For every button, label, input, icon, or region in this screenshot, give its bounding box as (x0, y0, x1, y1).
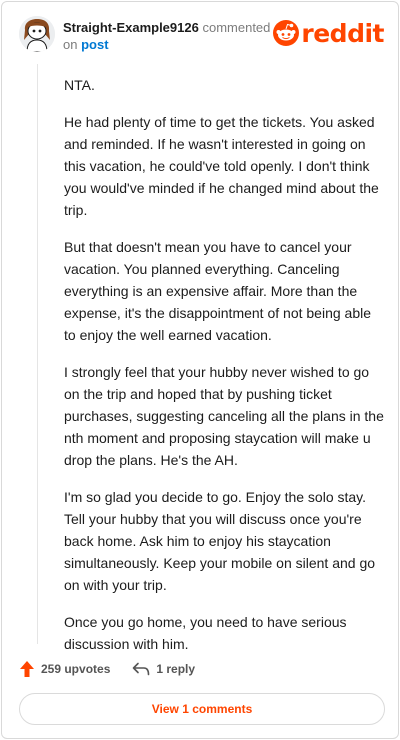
reddit-logo-icon (273, 20, 300, 46)
thread-line (37, 64, 38, 644)
username[interactable]: Straight-Example9126 (63, 20, 199, 35)
reddit-wordmark: reddit (301, 18, 384, 48)
comment-paragraph: But that doesn't mean you have to cancel… (64, 239, 371, 343)
view-comments-button[interactable]: View 1 comments (19, 693, 385, 725)
avatar[interactable] (19, 16, 55, 52)
reddit-logo[interactable]: reddit (273, 18, 384, 48)
upvote-count: 259 upvotes (41, 662, 111, 676)
comment-paragraph: Once you go home, you need to have serio… (64, 614, 347, 652)
comment-action-text: commented (202, 20, 271, 35)
comment-meta: Straight-Example9126 commented on post (63, 19, 270, 53)
reply-button[interactable]: 1 reply (132, 662, 195, 676)
upvote-button[interactable]: 259 upvotes (19, 660, 110, 678)
comment-card: Straight-Example9126 commented on post r… (1, 1, 399, 739)
comment-paragraph: I'm so glad you decide to go. Enjoy the … (64, 489, 376, 593)
comment-actions: 259 upvotes 1 reply (19, 658, 195, 680)
comment-paragraph: NTA. (64, 77, 95, 93)
post-link[interactable]: post (81, 37, 108, 52)
comment-paragraph: I strongly feel that your hubby never wi… (64, 364, 384, 468)
comment-body: NTA. He had plenty of time to get the ti… (64, 74, 386, 670)
on-text: on (63, 37, 78, 52)
comment-paragraph: He had plenty of time to get the tickets… (64, 114, 379, 218)
reply-count: 1 reply (156, 662, 196, 676)
snoo-avatar-icon (19, 16, 55, 52)
upvote-arrow-icon (20, 661, 34, 677)
comment-header: Straight-Example9126 commented on post r… (19, 16, 384, 56)
reply-arrow-icon (133, 662, 150, 676)
